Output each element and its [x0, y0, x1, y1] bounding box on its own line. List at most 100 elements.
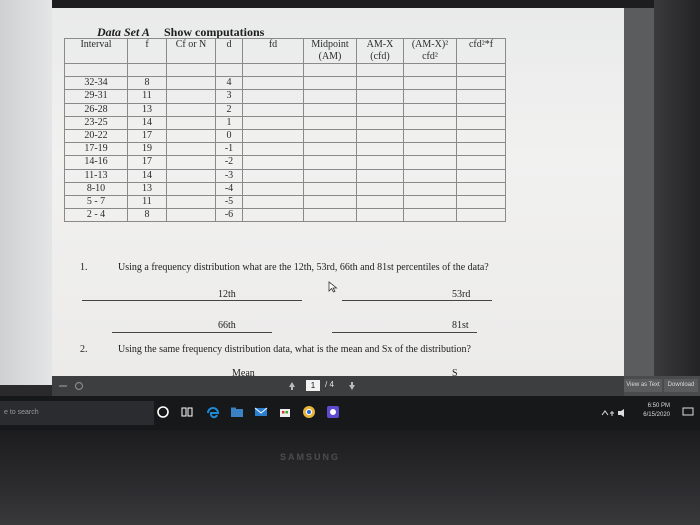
cell-amx [356, 102, 404, 117]
table-body: 32-34 8 4 29-31 11 3 26-28 13 2 23-25 14 1 20-22 17 0 1… [64, 76, 506, 223]
cell-d: -3 [215, 168, 243, 183]
view-as-text-button[interactable]: View as Text [624, 379, 662, 392]
table-spacer-row [64, 62, 506, 78]
zoom-out-icon[interactable] [58, 381, 68, 391]
store-icon[interactable] [278, 405, 292, 419]
next-page-icon[interactable] [348, 381, 356, 391]
header-cf: Cf or N [175, 39, 207, 50]
cell-amx [356, 194, 404, 210]
cell-mid [303, 208, 357, 223]
cell-f: 11 [127, 89, 167, 104]
header-fd: fd [268, 39, 278, 50]
cell-amx2 [403, 155, 457, 170]
download-button[interactable]: Download [664, 379, 698, 392]
cell-f: 8 [127, 76, 167, 91]
cell-amx [356, 115, 404, 130]
cell-amx2 [403, 115, 457, 130]
table-row: 20-22 17 0 [64, 128, 506, 144]
table-row: 5 - 7 11 -5 [64, 194, 506, 210]
cell-f: 13 [127, 102, 167, 117]
answer-53rd-blank[interactable] [342, 300, 492, 301]
cell-interval: 26-28 [64, 102, 128, 117]
table-row: 32-34 8 4 [64, 76, 506, 91]
header-midpoint: Midpoint [311, 39, 349, 50]
cell-amx2 [403, 194, 457, 210]
clock[interactable]: 6:50 PM 6/15/2020 [643, 402, 670, 420]
previous-page-icon[interactable] [288, 381, 296, 391]
chrome-icon[interactable] [302, 405, 316, 419]
answer-81st-blank[interactable] [332, 332, 477, 333]
cell-cf [166, 142, 216, 157]
cell-mid [303, 76, 357, 91]
edge-icon[interactable] [206, 405, 220, 419]
table-row: 8-10 13 -4 [64, 181, 506, 196]
table-row: 26-28 13 2 [64, 102, 506, 117]
notifications-icon[interactable] [682, 406, 694, 418]
task-view-icon[interactable] [180, 405, 194, 419]
cell-fd [242, 102, 304, 117]
header-interval: Interval [80, 39, 112, 50]
frequency-table: Interval f Cf or N d fd Midpoint (AM) AM-… [64, 38, 506, 223]
cell-cfdf [456, 102, 506, 117]
cell-amx2 [403, 102, 457, 117]
cell-d: 4 [215, 76, 243, 91]
cell-cf [166, 155, 216, 170]
app-icon[interactable] [326, 405, 340, 419]
label-81st-percentile: 81st [452, 320, 469, 331]
cell-f: 13 [127, 181, 167, 196]
cell-amx [356, 208, 404, 223]
mouse-cursor-icon [328, 281, 338, 293]
answer-66th-blank[interactable] [112, 332, 272, 333]
col-fd: fd [242, 38, 304, 64]
cell-d: 0 [215, 128, 243, 144]
header-f: f [145, 39, 149, 50]
zoom-in-icon[interactable] [74, 381, 84, 391]
cell-cfdf [456, 89, 506, 104]
cell-amx2 [403, 168, 457, 183]
system-tray-icons[interactable] [600, 406, 628, 420]
cortana-icon[interactable] [156, 405, 170, 419]
cell-mid [303, 89, 357, 104]
header-amx: AM-X [366, 39, 394, 50]
header-d: d [226, 39, 232, 50]
cell-cfdf [456, 76, 506, 91]
cell-amx [356, 142, 404, 157]
taskbar-search-box[interactable]: e to search [0, 401, 154, 425]
cell-d: -2 [215, 155, 243, 170]
cell-cfdf [456, 181, 506, 196]
cell-cfdf [456, 168, 506, 183]
cell-cf [166, 181, 216, 196]
cell-cfdf [456, 208, 506, 223]
cell-d: -6 [215, 208, 243, 223]
cell-amx2 [403, 208, 457, 223]
mail-icon[interactable] [254, 405, 268, 419]
left-panel [0, 0, 52, 385]
cell-interval: 11-13 [64, 168, 128, 183]
cell-mid [303, 181, 357, 196]
cell-amx2 [403, 181, 457, 196]
cell-fd [242, 115, 304, 130]
cell-mid [303, 155, 357, 170]
cell-cfdf [456, 128, 506, 144]
cell-interval: 17-19 [64, 142, 128, 157]
file-explorer-icon[interactable] [230, 405, 244, 419]
monitor-bezel-bottom: SAMSUNG [0, 430, 700, 525]
cell-interval: 2 - 4 [64, 208, 128, 223]
cell-f: 11 [127, 194, 167, 210]
total-pages: / 4 [325, 380, 334, 389]
pdf-toolbar-right: View as Text Download [624, 376, 700, 396]
cell-f: 8 [127, 208, 167, 223]
cell-cf [166, 89, 216, 104]
page-number-input[interactable]: 1 [306, 380, 320, 391]
cell-amx [356, 168, 404, 183]
cell-d: 1 [215, 115, 243, 130]
monitor-bezel-top [0, 0, 700, 8]
col-amx-squared: (AM-X)² cfd² [403, 38, 457, 64]
cell-fd [242, 142, 304, 157]
answer-12th-blank[interactable] [82, 300, 302, 301]
cell-d: -4 [215, 181, 243, 196]
header-amx-sub: (cfd) [370, 51, 390, 62]
header-midpoint-sub: (AM) [318, 51, 342, 62]
pdf-toolbar: 1 / 4 [52, 376, 624, 396]
cell-interval: 32-34 [64, 76, 128, 91]
